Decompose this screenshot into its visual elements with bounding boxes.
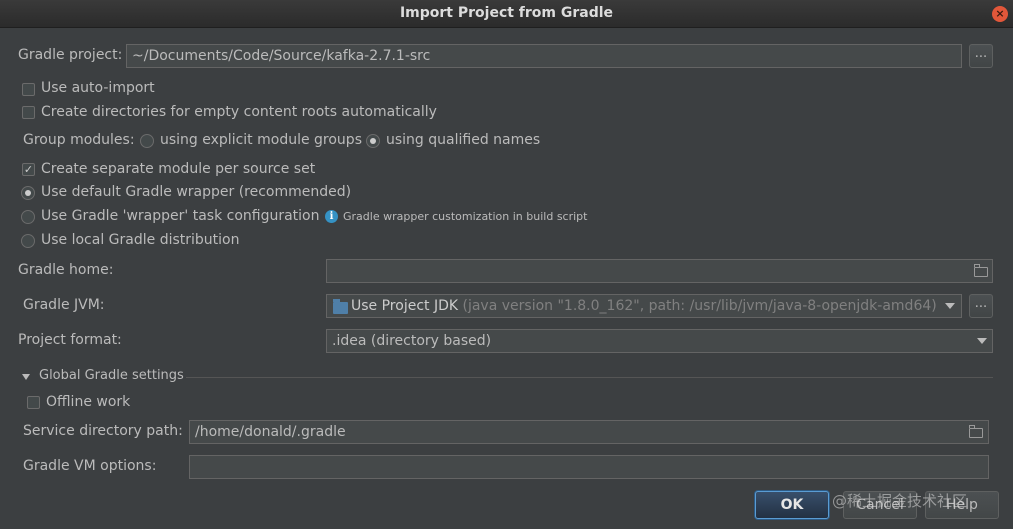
wrapper-task-label: Use Gradle 'wrapper' task configuration (41, 208, 320, 224)
explicit-groups-label: using explicit module groups (160, 132, 362, 148)
radio-explicit-groups[interactable] (140, 134, 154, 148)
title-bar: Import Project from Gradle × (0, 0, 1013, 28)
radio-wrapper-task[interactable] (21, 210, 35, 224)
auto-import-label: Use auto-import (41, 80, 155, 96)
service-dir-label: Service directory path: (23, 423, 183, 439)
vm-options-label: Gradle VM options: (23, 458, 157, 474)
default-wrapper-label: Use default Gradle wrapper (recommended) (41, 184, 352, 200)
gradle-home-input[interactable] (326, 259, 993, 283)
separate-module-checkbox[interactable]: ✓ (22, 163, 35, 176)
radio-local-distribution[interactable] (21, 234, 35, 248)
project-format-select[interactable]: .idea (directory based) (326, 329, 993, 353)
radio-qualified-names[interactable] (366, 134, 380, 148)
close-icon[interactable]: × (992, 6, 1008, 22)
project-format-label: Project format: (18, 332, 122, 348)
offline-work-label: Offline work (46, 394, 131, 410)
window-title: Import Project from Gradle (399, 5, 614, 21)
folder-icon[interactable] (974, 264, 988, 277)
jdk-folder-icon (333, 299, 348, 314)
section-divider (186, 377, 993, 378)
watermark: @稀土掘金技术社区 (832, 492, 968, 510)
jvm-detail: (java version "1.8.0_162", path: /usr/li… (462, 298, 937, 314)
radio-default-wrapper[interactable] (21, 186, 35, 200)
gradle-jvm-browse-button[interactable]: ... (969, 294, 993, 318)
service-dir-input[interactable]: /home/donald/.gradle (189, 420, 989, 444)
offline-work-checkbox[interactable] (27, 396, 40, 409)
gradle-project-browse-button[interactable]: ... (969, 44, 993, 68)
qualified-names-label: using qualified names (386, 132, 541, 148)
gradle-jvm-label: Gradle JVM: (23, 297, 105, 313)
local-distribution-label: Use local Gradle distribution (41, 232, 240, 248)
folder-icon[interactable] (969, 425, 983, 438)
ok-button[interactable]: OK (755, 491, 829, 519)
global-settings-title[interactable]: Global Gradle settings (39, 368, 184, 383)
jvm-value: Use Project JDK (351, 298, 459, 314)
auto-import-checkbox[interactable] (22, 83, 35, 96)
vm-options-input[interactable] (189, 455, 989, 479)
gradle-jvm-select[interactable]: Use Project JDK (java version "1.8.0_162… (326, 294, 962, 318)
create-dirs-checkbox[interactable] (22, 106, 35, 119)
gradle-project-input[interactable]: ~/Documents/Code/Source/kafka-2.7.1-src (126, 44, 962, 68)
collapse-triangle-icon[interactable] (22, 374, 30, 380)
wrapper-hint: Gradle wrapper customization in build sc… (343, 210, 588, 223)
info-icon: i (325, 210, 338, 223)
separate-module-label: Create separate module per source set (41, 161, 316, 177)
chevron-down-icon[interactable] (945, 303, 955, 309)
gradle-project-label: Gradle project: (18, 47, 123, 63)
create-dirs-label: Create directories for empty content roo… (41, 104, 437, 120)
group-modules-label: Group modules: (23, 132, 135, 148)
check-icon: ✓ (23, 163, 34, 176)
gradle-home-label: Gradle home: (18, 262, 114, 278)
chevron-down-icon[interactable] (977, 338, 987, 344)
